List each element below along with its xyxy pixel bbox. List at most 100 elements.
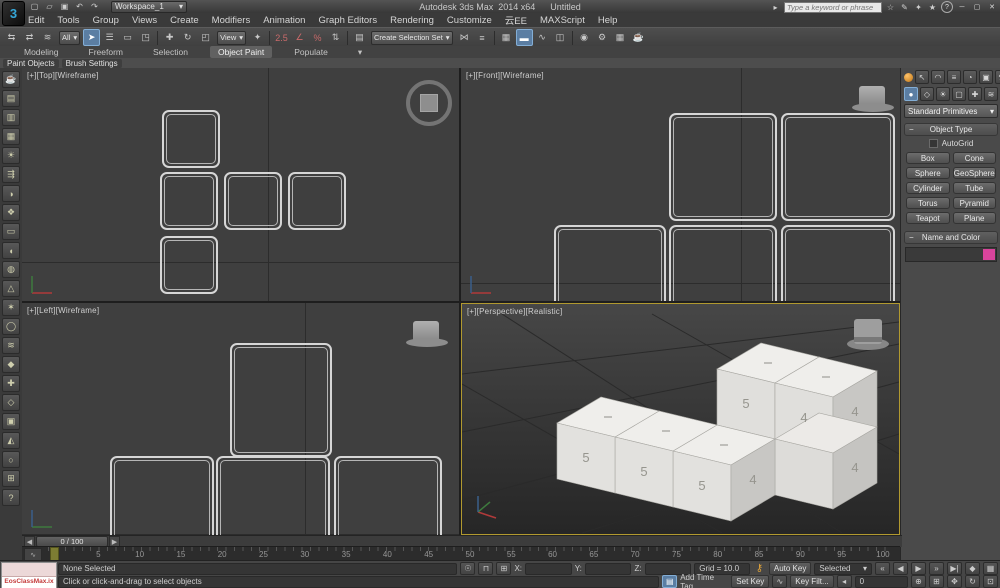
object-type-button[interactable]: Box — [906, 152, 950, 164]
rail-icon[interactable]: ❖ — [2, 204, 20, 221]
box-object-wireframe[interactable] — [334, 456, 442, 535]
selected-dropdown[interactable]: Selected▾ — [814, 563, 872, 575]
star-icon[interactable]: ★ — [927, 2, 938, 12]
name-and-color-rollout[interactable]: − Name and Color — [904, 231, 998, 244]
menu-item[interactable]: Graph Editors — [318, 15, 377, 26]
display-tab-icon[interactable]: ▣ — [979, 70, 993, 84]
menu-item[interactable]: Help — [598, 15, 618, 26]
create-tab-icon[interactable]: ↖ — [915, 70, 929, 84]
open-file-icon[interactable]: ▱ — [43, 1, 56, 12]
lights-icon[interactable]: ☀ — [936, 87, 950, 101]
rail-icon[interactable]: ▤ — [2, 90, 20, 107]
rail-icon[interactable]: ◭ — [2, 432, 20, 449]
new-file-icon[interactable]: ▢ — [28, 1, 41, 12]
select-scale-icon[interactable]: ◰ — [197, 29, 214, 46]
box-object-wireframe[interactable] — [160, 172, 218, 230]
menu-item[interactable]: Customize — [447, 15, 492, 26]
coord-x-field[interactable] — [525, 563, 572, 575]
menu-item[interactable]: Group — [93, 15, 119, 26]
community-icon[interactable]: ✦ — [913, 2, 924, 12]
rail-icon[interactable]: ◖ — [2, 242, 20, 259]
numbered-cubes[interactable] — [557, 343, 877, 521]
percent-snap-icon[interactable]: % — [309, 29, 326, 46]
zoom-icon[interactable]: ⊕ — [911, 575, 926, 588]
rail-icon[interactable]: ◍ — [2, 261, 20, 278]
align-icon[interactable]: ≡ — [474, 29, 491, 46]
zoom-extents-icon[interactable]: ⊞ — [929, 575, 944, 588]
snap-toggle-icon[interactable]: 2.5 — [273, 29, 290, 46]
restore-button[interactable]: ▢ — [971, 2, 983, 12]
rail-icon[interactable]: ▣ — [2, 413, 20, 430]
object-type-button[interactable]: Tube — [953, 182, 997, 194]
selection-filter-dropdown[interactable]: All▾ — [59, 31, 80, 45]
angle-snap-icon[interactable]: ∠ — [291, 29, 308, 46]
time-marker[interactable] — [50, 547, 59, 561]
isolate-selection-icon[interactable]: ☉ — [460, 562, 475, 575]
hierarchy-tab-icon[interactable]: ≡ — [947, 70, 961, 84]
play-icon[interactable]: ▶ — [911, 562, 926, 575]
render-production-icon[interactable]: ☕ — [630, 29, 647, 46]
bind-spacewarp-icon[interactable]: ≋ — [39, 29, 56, 46]
object-type-button[interactable]: Sphere — [906, 167, 950, 179]
box-object-wireframe[interactable] — [554, 225, 666, 301]
rendered-frame-window-icon[interactable]: ▦ — [612, 29, 629, 46]
unlink-icon[interactable]: ⇄ — [21, 29, 38, 46]
object-type-button[interactable]: GeoSphere — [953, 167, 997, 179]
undo-icon[interactable]: ↶ — [73, 1, 86, 12]
rail-icon[interactable]: ▦ — [2, 128, 20, 145]
panel-brush-settings[interactable]: Brush Settings — [62, 59, 122, 68]
panel-paint-objects[interactable]: Paint Objects — [3, 59, 59, 68]
track-bar[interactable]: ∿ 05101520253035404550556065707580859095… — [22, 546, 900, 561]
modify-tab-icon[interactable]: ◠ — [931, 70, 945, 84]
rail-icon[interactable]: ☀ — [2, 147, 20, 164]
spinner-snap-icon[interactable]: ⇅ — [327, 29, 344, 46]
box-object-wireframe[interactable] — [669, 225, 777, 301]
autogrid-checkbox[interactable] — [929, 139, 938, 148]
menu-item[interactable]: Create — [170, 15, 199, 26]
select-link-icon[interactable]: ⇆ — [3, 29, 20, 46]
box-object-wireframe[interactable] — [288, 172, 346, 230]
menu-item[interactable]: Rendering — [390, 15, 434, 26]
rail-icon[interactable]: ◇ — [2, 394, 20, 411]
object-type-button[interactable]: Torus — [906, 197, 950, 209]
current-frame-field[interactable]: 0 — [855, 576, 908, 588]
viewport-perspective-label[interactable]: [+][Perspective][Realistic] — [467, 307, 562, 316]
new-key-filter-icon[interactable]: ∿ — [772, 575, 787, 588]
select-manipulate-icon[interactable]: ✦ — [249, 29, 266, 46]
primitive-category-dropdown[interactable]: Standard Primitives ▾ — [904, 104, 998, 118]
box-object-wireframe[interactable] — [781, 113, 895, 221]
search-arrow-icon[interactable]: ▸ — [770, 2, 781, 12]
box-object-wireframe[interactable] — [230, 343, 332, 457]
viewport-front[interactable]: [+][Front][Wireframe] — [461, 68, 900, 301]
maximize-viewport-icon[interactable]: ⊡ — [983, 575, 998, 588]
rail-icon[interactable]: ⇶ — [2, 166, 20, 183]
add-time-tag-label[interactable]: Add Time Tag — [680, 573, 728, 588]
go-to-end-icon[interactable]: ▶| — [947, 562, 962, 575]
rail-icon[interactable]: ≋ — [2, 337, 20, 354]
coord-y-field[interactable] — [585, 563, 632, 575]
rectangular-region-icon[interactable]: ▭ — [119, 29, 136, 46]
rail-icon[interactable]: ▥ — [2, 109, 20, 126]
set-key-button[interactable]: Set Key — [731, 575, 769, 588]
helpers-icon[interactable]: ✚ — [968, 87, 982, 101]
object-type-button[interactable]: Plane — [953, 212, 997, 224]
edit-named-sets-icon[interactable]: ▤ — [351, 29, 368, 46]
box-object-wireframe[interactable] — [160, 236, 218, 294]
auto-key-button[interactable]: Auto Key — [769, 562, 811, 575]
menu-item[interactable]: MAXScript — [540, 15, 585, 26]
object-name-field[interactable] — [906, 248, 982, 261]
material-editor-icon[interactable]: ◉ — [576, 29, 593, 46]
tab-populate[interactable]: Populate — [286, 46, 336, 58]
time-config-icon[interactable]: ▦ — [983, 562, 998, 575]
search-input[interactable] — [784, 2, 882, 13]
application-menu-button[interactable]: 3 — [2, 1, 25, 26]
select-by-name-icon[interactable]: ☰ — [101, 29, 118, 46]
rail-icon[interactable]: ✚ — [2, 375, 20, 392]
tab-object-paint[interactable]: Object Paint — [210, 46, 272, 58]
go-to-start-icon[interactable]: « — [875, 562, 890, 575]
viewport-left-label[interactable]: [+][Left][Wireframe] — [27, 306, 99, 315]
mirror-icon[interactable]: ⋈ — [456, 29, 473, 46]
absolute-mode-icon[interactable]: ⊞ — [496, 562, 511, 575]
hat-object-top-view[interactable] — [406, 80, 452, 126]
redo-icon[interactable]: ↷ — [88, 1, 101, 12]
